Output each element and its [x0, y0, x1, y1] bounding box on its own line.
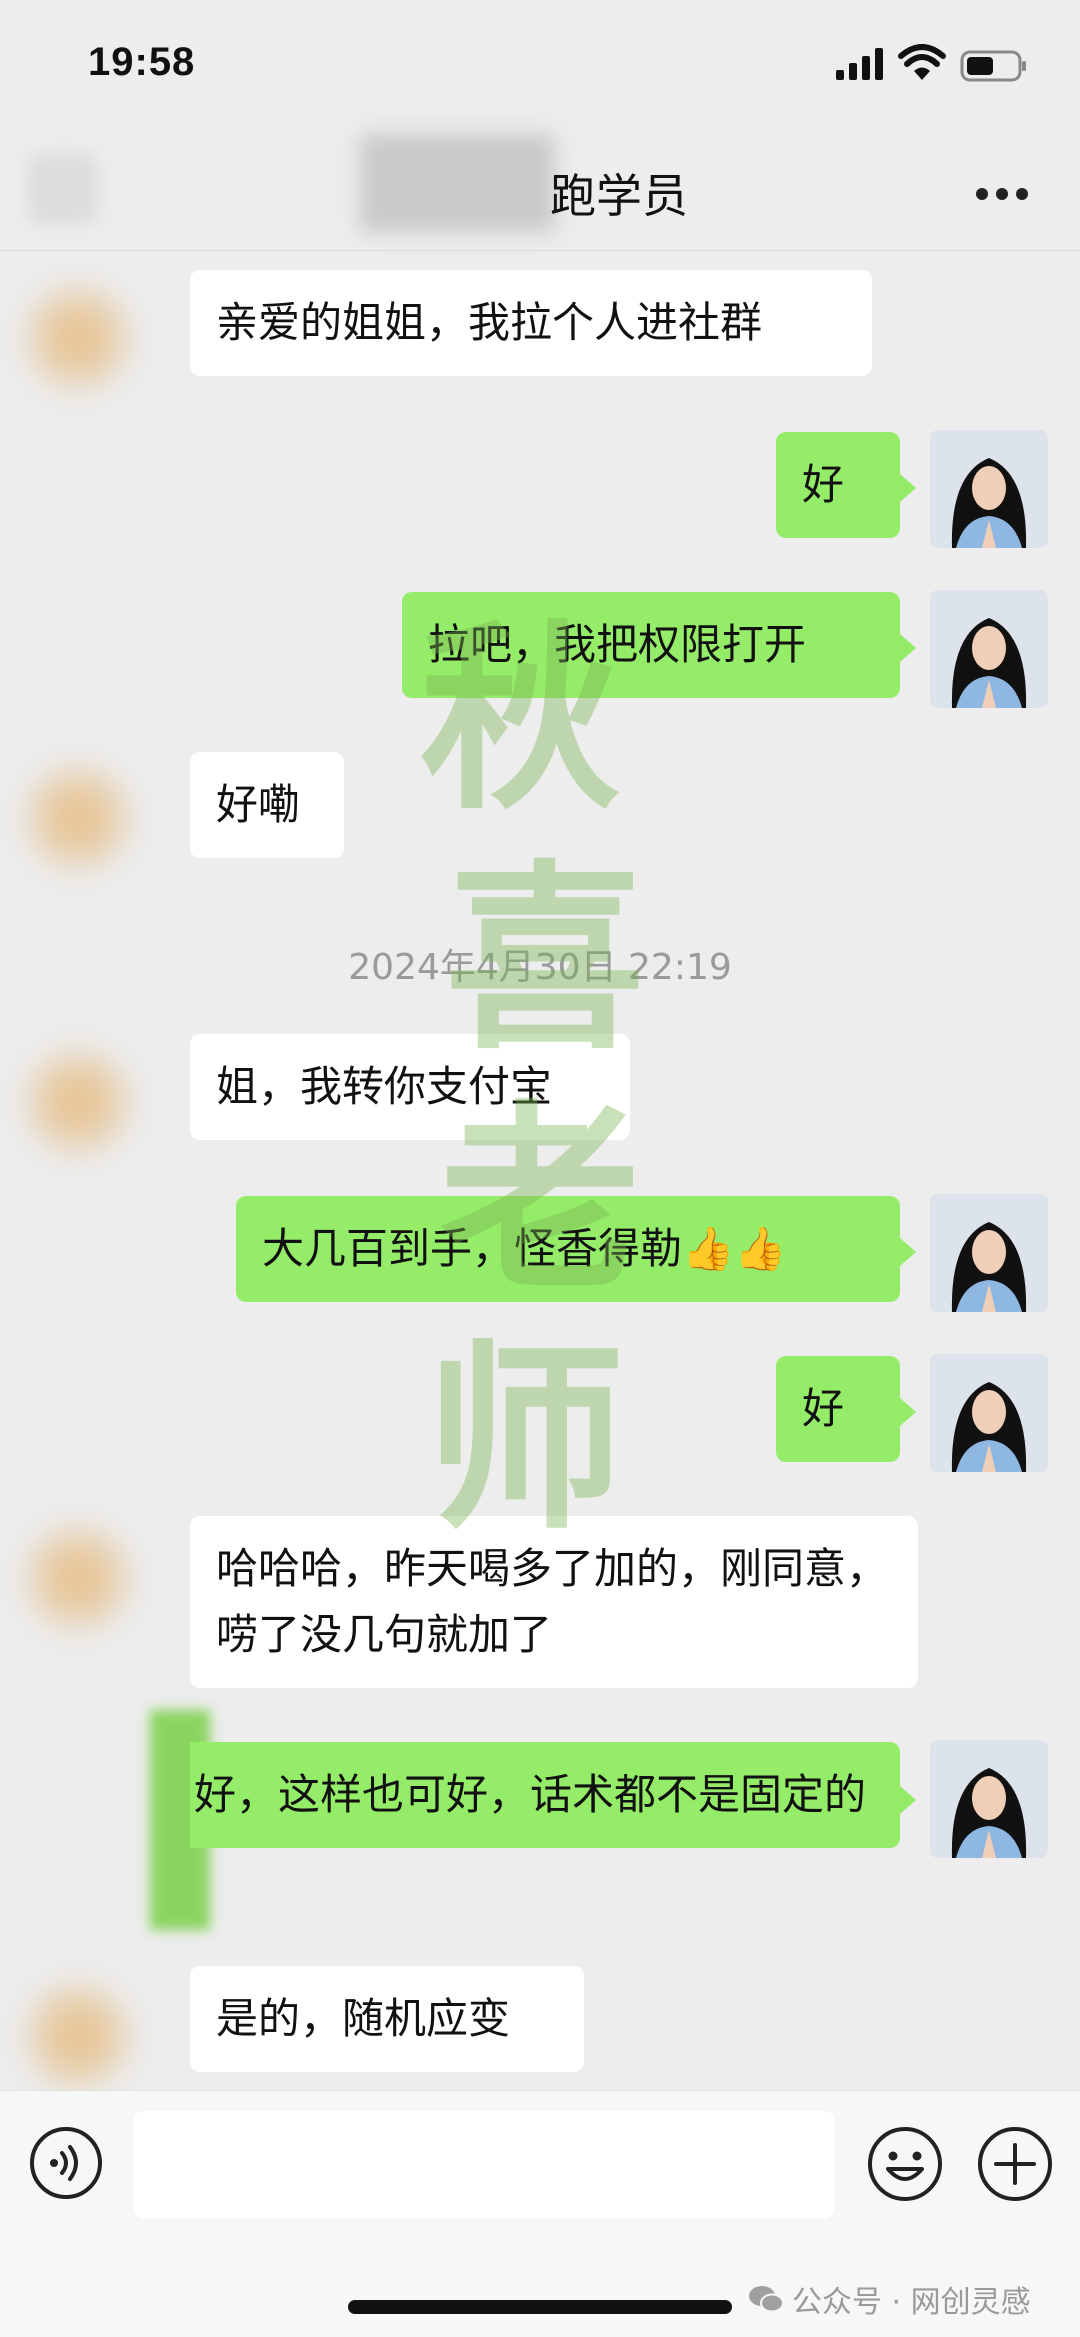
- battery-icon: [960, 50, 1026, 82]
- user-avatar[interactable]: [930, 1740, 1048, 1858]
- contact-avatar[interactable]: [22, 1046, 134, 1158]
- redacted-title: [360, 134, 555, 232]
- bubble-tail: [900, 1786, 916, 1814]
- wifi-icon: [898, 44, 946, 80]
- status-time: 19:58: [88, 40, 196, 84]
- message-input[interactable]: [134, 2111, 834, 2219]
- wechat-icon: [749, 2286, 784, 2313]
- home-indicator[interactable]: [348, 2300, 732, 2314]
- timestamp-divider: 2024年4月30日 22:19: [348, 947, 732, 988]
- message-bubble-incoming: 是的，随机应变: [190, 1966, 584, 2072]
- status-bar: 19:58: [0, 0, 1080, 130]
- signal-icon: [836, 48, 883, 80]
- message-bubble-outgoing: 大几百到手，怪香得勒👍👍: [236, 1196, 900, 1302]
- message-bubble-outgoing: 好: [776, 432, 900, 538]
- message-bubble-outgoing: 拉吧，我把权限打开: [402, 592, 900, 698]
- message-bubble-incoming: 好嘞: [190, 752, 344, 858]
- user-avatar[interactable]: [930, 590, 1048, 708]
- bubble-tail: [900, 634, 916, 662]
- user-avatar[interactable]: [930, 1194, 1048, 1312]
- message-bubble-outgoing: 好: [776, 1356, 900, 1462]
- message-bubble-incoming: 姐，我转你支付宝: [190, 1034, 630, 1140]
- chat-header: 跑学员: [0, 130, 1080, 251]
- message-bubble-incoming: 哈哈哈，昨天喝多了加的，刚同意，唠了没几句就加了: [190, 1516, 918, 1688]
- message-bubble-outgoing: 好，这样也可好，话术都不是固定的: [190, 1742, 900, 1848]
- message-bubble-incoming: 亲爱的姐姐，我拉个人进社群: [190, 270, 872, 376]
- back-button[interactable]: [28, 154, 98, 224]
- user-avatar[interactable]: [930, 1354, 1048, 1472]
- source-credit: 公众号 · 网创灵感: [748, 2277, 1031, 2321]
- bubble-tail: [900, 474, 916, 502]
- contact-avatar[interactable]: [22, 762, 134, 874]
- bubble-tail: [900, 1238, 916, 1266]
- credit-text: 公众号 · 网创灵感: [792, 2285, 1031, 2320]
- contact-avatar[interactable]: [22, 282, 134, 394]
- emoji-icon[interactable]: [866, 2125, 944, 2203]
- plus-icon[interactable]: [976, 2125, 1054, 2203]
- contact-avatar[interactable]: [22, 1980, 134, 2092]
- chat-title: 跑学员: [550, 169, 688, 223]
- more-icon[interactable]: [974, 186, 1030, 202]
- voice-icon[interactable]: [28, 2125, 104, 2201]
- watermark-char: 师: [424, 1322, 625, 1557]
- contact-avatar[interactable]: [22, 1522, 134, 1634]
- user-avatar[interactable]: [930, 430, 1048, 548]
- bubble-tail: [900, 1398, 916, 1426]
